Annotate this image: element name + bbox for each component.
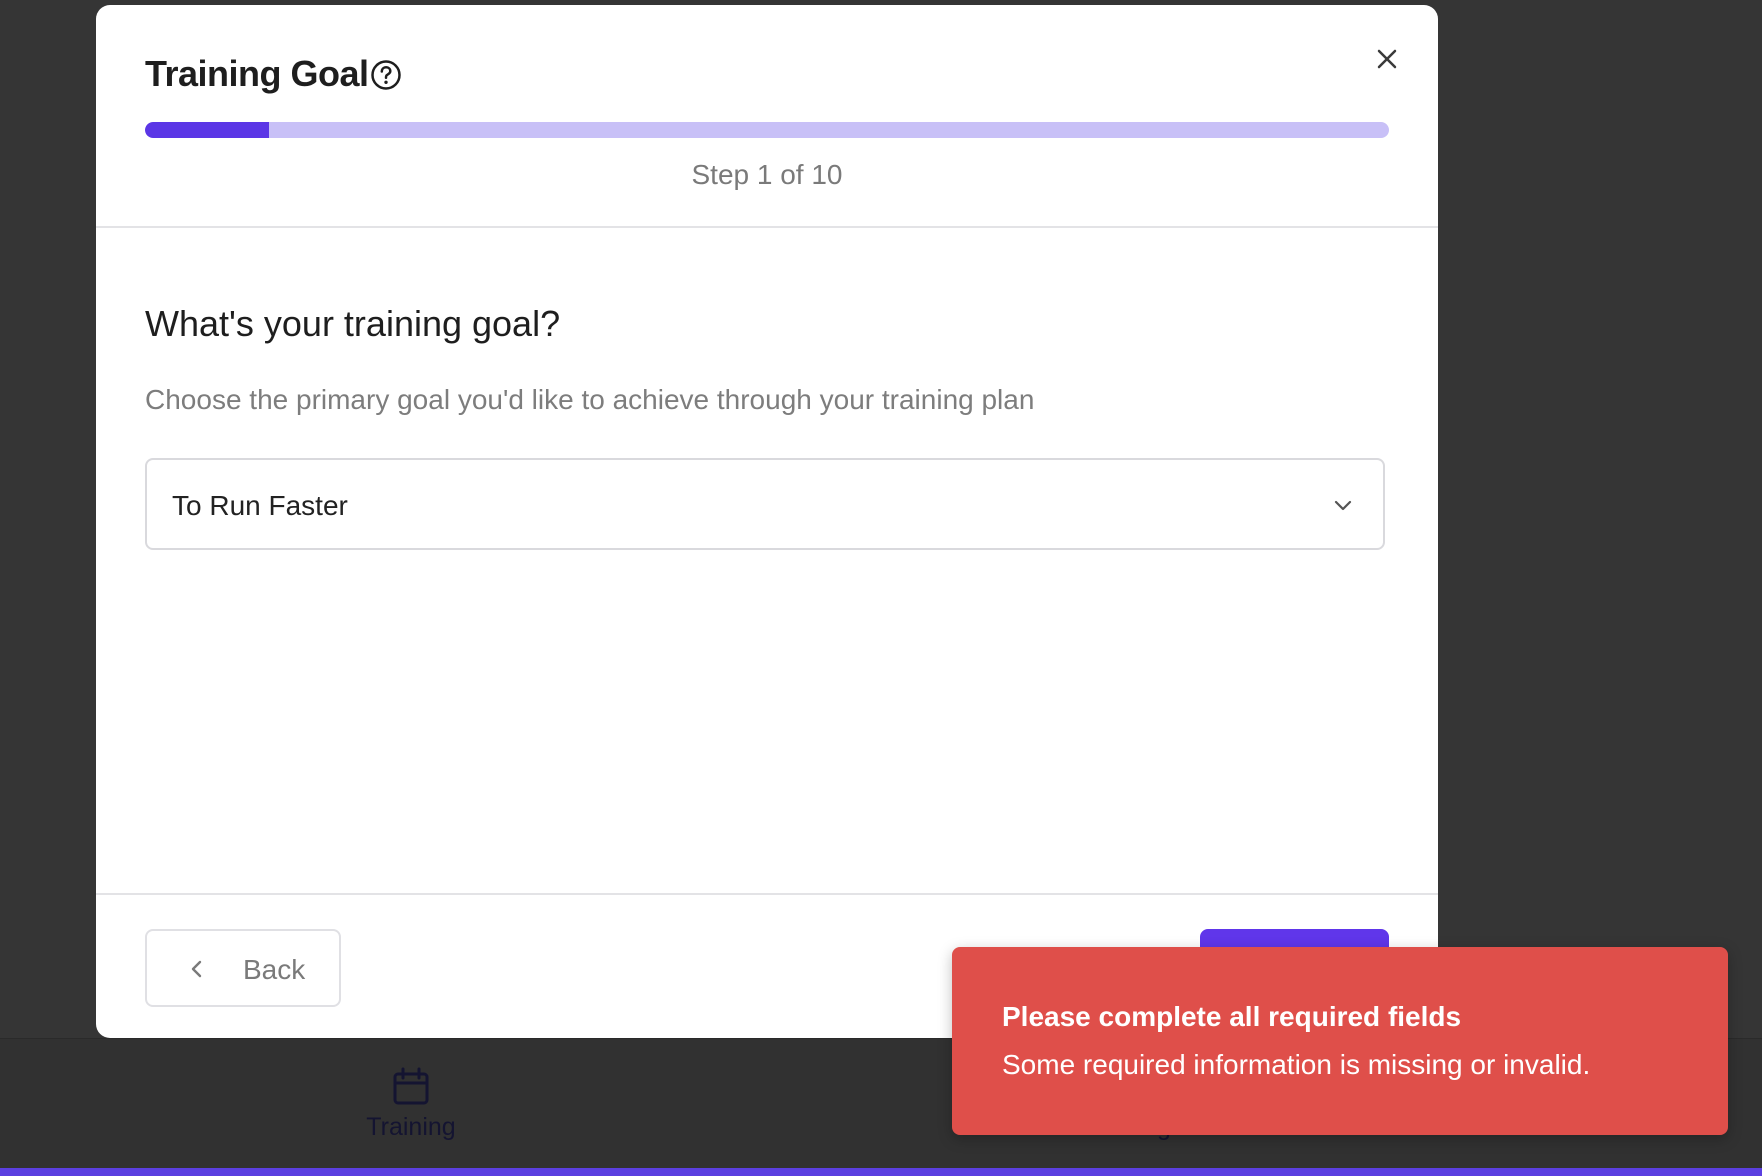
modal-body: What's your training goal? Choose the pr… <box>96 228 1438 893</box>
toast-title: Please complete all required fields <box>1002 1001 1462 1032</box>
progress-bar-fill <box>145 122 270 138</box>
modal-header: Training Goal Step 1 of 10 <box>96 5 1438 228</box>
error-toast: Please complete all required fields Some… <box>952 947 1728 1135</box>
selected-goal-value: To Run Faster <box>172 490 348 521</box>
modal-title: Training Goal <box>145 53 369 94</box>
calendar-icon <box>393 1067 429 1105</box>
bottom-nav-accent-bar <box>0 1168 1762 1176</box>
help-icon[interactable] <box>370 59 402 91</box>
chevron-down-icon <box>1334 500 1352 511</box>
back-button-label: Back <box>243 954 306 985</box>
progress-bar <box>145 122 1389 138</box>
chevron-left-icon <box>191 960 202 978</box>
back-button[interactable]: Back <box>145 929 341 1007</box>
close-icon[interactable] <box>1367 39 1407 79</box>
toast-message: Some required information is missing or … <box>1002 1049 1591 1080</box>
step-indicator: Step 1 of 10 <box>691 159 843 190</box>
training-goal-select[interactable]: To Run Faster <box>145 458 1385 550</box>
nav-item-label: Training <box>366 1113 456 1141</box>
question-heading: What's your training goal? <box>145 303 561 344</box>
nav-item-training[interactable]: Training <box>311 1039 511 1169</box>
training-goal-modal: Training Goal Step 1 of 10 What's your t… <box>96 5 1438 1038</box>
question-description: Choose the primary goal you'd like to ac… <box>145 384 1035 415</box>
